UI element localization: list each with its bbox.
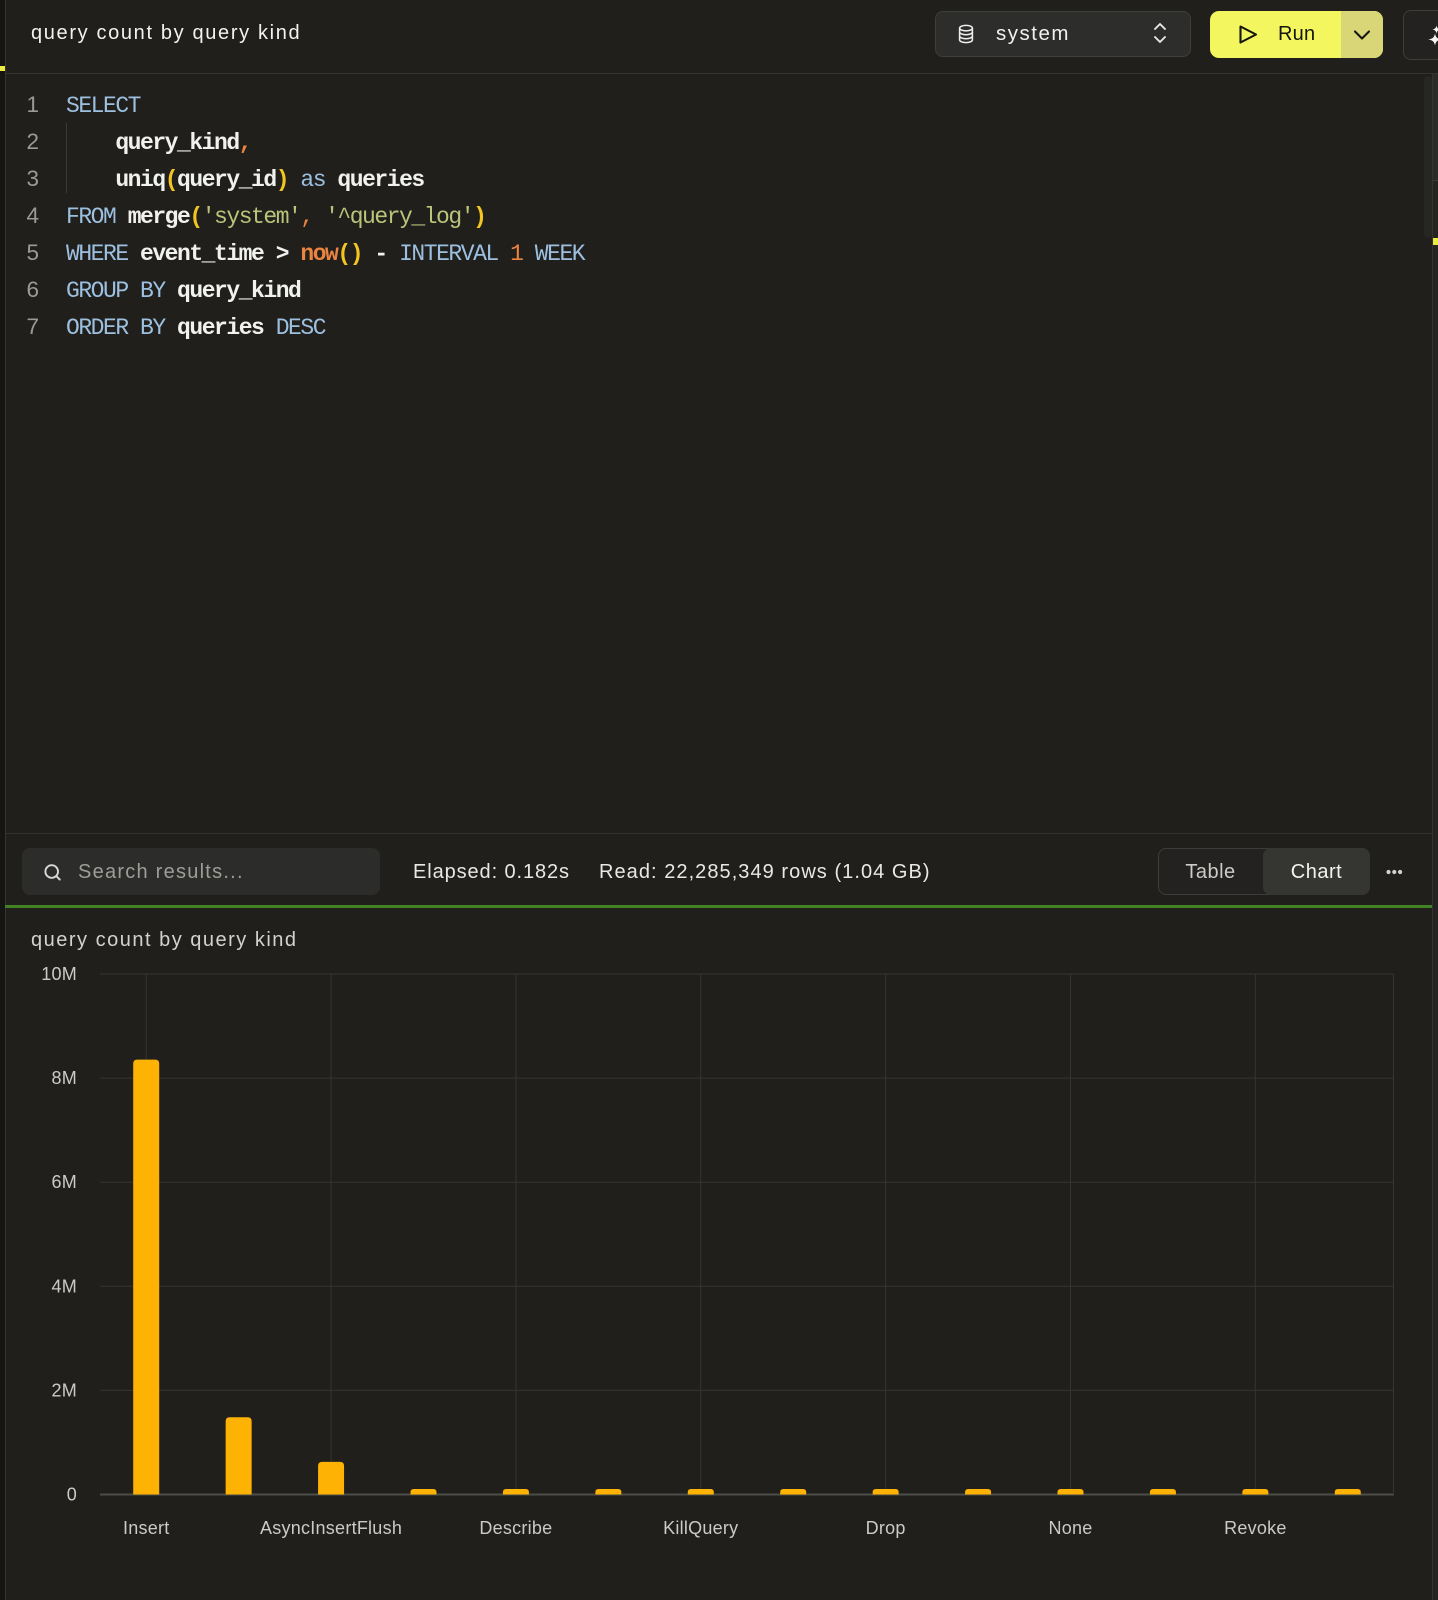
svg-text:4M: 4M — [51, 1276, 77, 1296]
svg-text:None: None — [1048, 1518, 1092, 1538]
svg-text:Describe: Describe — [479, 1518, 552, 1538]
svg-text:Insert: Insert — [123, 1518, 170, 1538]
svg-text:10M: 10M — [41, 964, 77, 984]
svg-text:Revoke: Revoke — [1224, 1518, 1287, 1538]
svg-text:KillQuery: KillQuery — [663, 1518, 738, 1538]
svg-text:Drop: Drop — [866, 1518, 906, 1538]
svg-text:8M: 8M — [51, 1068, 77, 1088]
svg-text:2M: 2M — [51, 1380, 77, 1400]
svg-text:6M: 6M — [51, 1172, 77, 1192]
svg-text:0: 0 — [67, 1485, 77, 1505]
svg-text:AsyncInsertFlush: AsyncInsertFlush — [260, 1518, 402, 1538]
